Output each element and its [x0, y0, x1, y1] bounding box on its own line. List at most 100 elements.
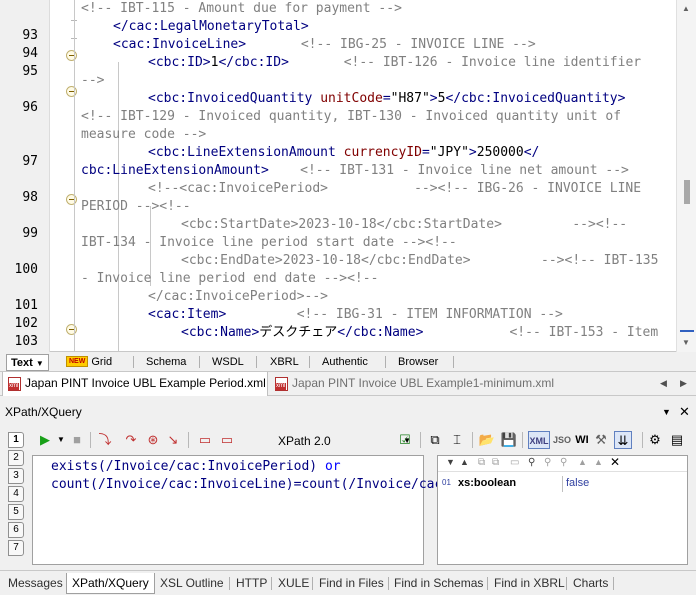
tab-schema-view[interactable]: Schema	[146, 354, 186, 371]
slot-tab-4[interactable]: 4	[8, 486, 24, 502]
tab-find-in-files[interactable]: Find in Files	[319, 573, 384, 594]
code-token: "H87"	[390, 91, 430, 106]
tools-icon[interactable]: ⚒	[592, 431, 610, 449]
doc-tab-period[interactable]: Japan PINT Invoice UBL Example Period.xm…	[2, 372, 268, 396]
code-area[interactable]: <!-- IBT-115 - Amount due for payment --…	[50, 0, 676, 352]
code-line[interactable]: <cbc:EndDate>2023-10-18</cbc:EndDate> --…	[181, 252, 658, 270]
remove-breakpoint-icon[interactable]: ▭	[218, 431, 236, 449]
gear-icon[interactable]: ⚙	[646, 431, 664, 449]
step-over-icon[interactable]: ↷	[122, 431, 140, 449]
scroll-down-icon[interactable]: ▼	[682, 338, 690, 347]
output-mode-icon[interactable]: ⇊	[614, 431, 632, 449]
code-line[interactable]: <!--<cac:InvoicePeriod> --><!-- IBG-26 -…	[148, 180, 641, 198]
code-line[interactable]: <!-- IBT-115 - Amount due for payment --…	[81, 0, 402, 18]
tab-messages[interactable]: Messages	[8, 573, 63, 594]
find-prev-icon[interactable]: ⚲	[560, 457, 567, 468]
editor-vertical-scrollbar[interactable]: ▲ ▼	[676, 0, 696, 352]
new-badge: NEW	[66, 356, 89, 367]
panel-layout-icon[interactable]: ▤	[668, 431, 686, 449]
close-icon[interactable]: ✕	[679, 400, 690, 424]
tab-scroll-left-icon[interactable]: ◀	[660, 378, 667, 389]
code-line[interactable]: - Invoice line period end date --><!--	[81, 270, 378, 288]
slot-tab-6[interactable]: 6	[8, 522, 24, 538]
code-line[interactable]: </cac:LegalMonetaryTotal>	[113, 18, 309, 36]
tab-xbrl-view[interactable]: XBRL	[270, 354, 299, 371]
insert-function-icon[interactable]: ⧉	[426, 431, 444, 449]
insert-breakpoint-icon[interactable]: ▭	[196, 431, 214, 449]
slot-tab-3[interactable]: 3	[8, 468, 24, 484]
code-line[interactable]: <cbc:StartDate>2023-10-18</cbc:StartDate…	[181, 216, 627, 234]
validate-icon[interactable]: ☑	[396, 431, 414, 449]
code-line[interactable]: <cbc:ID>1</cbc:ID> <!-- IBT-126 - Invoic…	[148, 54, 641, 72]
tab-wsdl-view[interactable]: WSDL	[212, 354, 244, 371]
code-token: <cbc:InvoicedQuantity	[148, 91, 321, 106]
panel-menu-icon[interactable]: ▼	[662, 400, 671, 424]
insert-operator-icon[interactable]: ⌶	[448, 431, 466, 449]
code-line[interactable]: PERIOD --><!--	[81, 198, 191, 216]
collapse-up-icon[interactable]: ▲	[460, 457, 469, 467]
step-into-icon[interactable]: ⤵	[96, 431, 114, 449]
format-wi-button[interactable]: WI	[574, 431, 590, 449]
slot-tab-7[interactable]: 7	[8, 540, 24, 556]
move-down-icon[interactable]: ▲	[594, 457, 603, 467]
tab-xule[interactable]: XULE	[278, 573, 309, 594]
code-line[interactable]: </cac:InvoicePeriod>-->	[148, 288, 328, 306]
slot-tab-5[interactable]: 5	[8, 504, 24, 520]
copy-icon[interactable]: ⧉	[478, 457, 485, 468]
xpath-expression-text[interactable]: exists(/Invoice/cac:InvoicePeriod) or co…	[51, 458, 685, 494]
code-line[interactable]: measure code -->	[81, 126, 206, 144]
doc-tab-minimum[interactable]: Japan PINT Invoice UBL Example1-minimum.…	[270, 372, 560, 396]
format-xml-button[interactable]: XML	[528, 431, 550, 449]
code-token: currencyID	[343, 145, 422, 160]
code-line[interactable]: IBT-134 - Invoice line period start date…	[81, 234, 457, 252]
code-line[interactable]: <cbc:LineExtensionAmount currencyID="JPY…	[148, 144, 539, 162]
code-token: </cac:LegalMonetaryTotal>	[113, 19, 309, 34]
code-line[interactable]: <!-- IBT-129 - Invoiced quantity, IBT-13…	[81, 108, 621, 126]
paste-icon[interactable]: ▭	[510, 457, 519, 468]
slot-tab-1[interactable]: 1	[8, 432, 24, 448]
breakpoint-icon[interactable]: ⊛	[144, 431, 162, 449]
line-number: 97	[22, 154, 38, 169]
slot-tab-2[interactable]: 2	[8, 450, 24, 466]
code-token: =	[382, 91, 391, 106]
code-line[interactable]: <cac:InvoiceLine> <!-- IBG-25 - INVOICE …	[113, 36, 536, 54]
scroll-thumb[interactable]	[684, 180, 690, 204]
tab-label: Grid	[91, 356, 113, 368]
code-token: measure code -->	[81, 127, 207, 142]
find-icon[interactable]: ⚲	[528, 457, 535, 468]
text-editor[interactable]: 93 94 95 96 97 98 99 100 101 102 103 <!-…	[0, 0, 696, 352]
stop-icon[interactable]: ■	[68, 431, 86, 449]
scroll-up-icon[interactable]: ▲	[682, 4, 690, 13]
tab-grid-view[interactable]: NEW Grid	[66, 354, 112, 371]
tab-find-in-schemas[interactable]: Find in Schemas	[394, 573, 483, 594]
find-next-icon[interactable]: ⚲	[544, 457, 551, 468]
tab-text-view[interactable]: Text ▼	[6, 354, 49, 371]
save-icon[interactable]: 💾	[500, 431, 518, 449]
xpath-version-select[interactable]: XPath 2.0 ▼	[272, 431, 414, 451]
tab-xsl-outline[interactable]: XSL Outline	[160, 573, 224, 594]
code-token: </cac:InvoicePeriod>-->	[148, 289, 329, 304]
step-out-icon[interactable]: ↘	[164, 431, 182, 449]
open-folder-icon[interactable]: 📂	[478, 431, 496, 449]
result-row[interactable]: 01 xs:boolean false	[438, 476, 687, 492]
format-json-button[interactable]: JSO	[552, 431, 572, 449]
tab-browser-view[interactable]: Browser	[398, 354, 438, 371]
clear-icon[interactable]: ✕	[610, 455, 620, 469]
tab-charts[interactable]: Charts	[573, 573, 608, 594]
tab-scroll-right-icon[interactable]: ▶	[680, 378, 687, 389]
view-tabs: Text ▼ NEW Grid Schema WSDL XBRL Authenti…	[0, 352, 696, 372]
copy-all-icon[interactable]: ⧉	[492, 457, 499, 468]
code-line[interactable]: -->	[81, 72, 104, 90]
move-up-icon[interactable]: ▲	[578, 457, 587, 467]
tab-authentic-view[interactable]: Authentic	[322, 354, 368, 371]
tab-http[interactable]: HTTP	[236, 573, 267, 594]
xpath-expression-editor[interactable]: exists(/Invoice/cac:InvoicePeriod) or co…	[32, 455, 685, 565]
collapse-down-icon[interactable]: ▼	[446, 457, 455, 467]
code-line[interactable]: <cbc:InvoicedQuantity unitCode="H87">5</…	[148, 90, 625, 108]
tab-xpath-xquery[interactable]: XPath/XQuery	[66, 573, 155, 594]
code-line[interactable]: <cbc:Name>デスクチェア</cbc:Name> <!-- IBT-153…	[181, 324, 658, 342]
tab-find-in-xbrl[interactable]: Find in XBRL	[494, 573, 565, 594]
code-line[interactable]: cbc:LineExtensionAmount> <!-- IBT-131 - …	[81, 162, 629, 180]
code-line[interactable]: <cac:Item> <!-- IBG-31 - ITEM INFORMATIO…	[148, 306, 563, 324]
